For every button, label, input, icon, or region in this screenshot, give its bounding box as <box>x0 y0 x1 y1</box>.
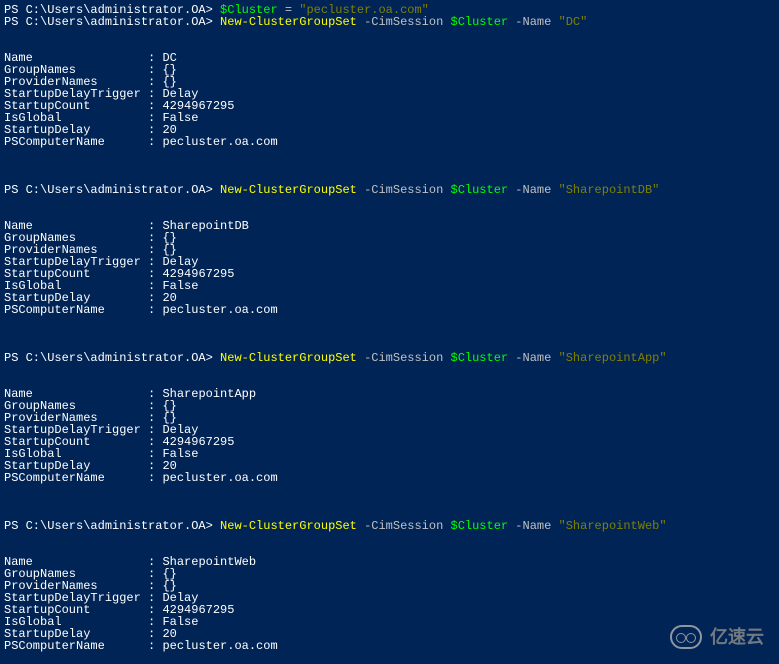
ps-prompt: PS C:\Users\administrator.OA> <box>4 183 220 197</box>
param-cimsession: -CimSession <box>357 183 451 197</box>
cmdlet: New-ClusterGroupSet <box>220 351 357 365</box>
param-cimsession: -CimSession <box>357 15 451 29</box>
label-pscomputername: PSComputerName : <box>4 303 162 317</box>
string-value: "DC" <box>559 15 588 29</box>
terminal-output: PS C:\Users\administrator.OA> $Cluster =… <box>4 4 775 652</box>
param-name: -Name <box>508 15 558 29</box>
value-pscomputername: pecluster.oa.com <box>162 639 277 653</box>
value-pscomputername: pecluster.oa.com <box>162 303 277 317</box>
param-cimsession: -CimSession <box>357 519 451 533</box>
variable: $Cluster <box>451 15 509 29</box>
param-cimsession: -CimSession <box>357 351 451 365</box>
watermark-icon <box>670 625 702 649</box>
value-pscomputername: pecluster.oa.com <box>162 135 277 149</box>
ps-prompt: PS C:\Users\administrator.OA> <box>4 15 220 29</box>
ps-prompt: PS C:\Users\administrator.OA> <box>4 519 220 533</box>
variable: $Cluster <box>451 519 509 533</box>
watermark: 亿速云 <box>670 625 764 649</box>
variable: $Cluster <box>451 351 509 365</box>
label-pscomputername: PSComputerName : <box>4 135 162 149</box>
watermark-text: 亿速云 <box>710 628 764 646</box>
cmdlet: New-ClusterGroupSet <box>220 15 357 29</box>
ps-prompt: PS C:\Users\administrator.OA> <box>4 351 220 365</box>
label-pscomputername: PSComputerName : <box>4 471 162 485</box>
cmdlet: New-ClusterGroupSet <box>220 183 357 197</box>
string-value: "SharepointApp" <box>559 351 667 365</box>
label-pscomputername: PSComputerName : <box>4 639 162 653</box>
string-value: "SharepointWeb" <box>559 519 667 533</box>
param-name: -Name <box>508 519 558 533</box>
cmdlet: New-ClusterGroupSet <box>220 519 357 533</box>
param-name: -Name <box>508 351 558 365</box>
string-value: "SharepointDB" <box>559 183 660 197</box>
value-pscomputername: pecluster.oa.com <box>162 471 277 485</box>
variable: $Cluster <box>451 183 509 197</box>
param-name: -Name <box>508 183 558 197</box>
